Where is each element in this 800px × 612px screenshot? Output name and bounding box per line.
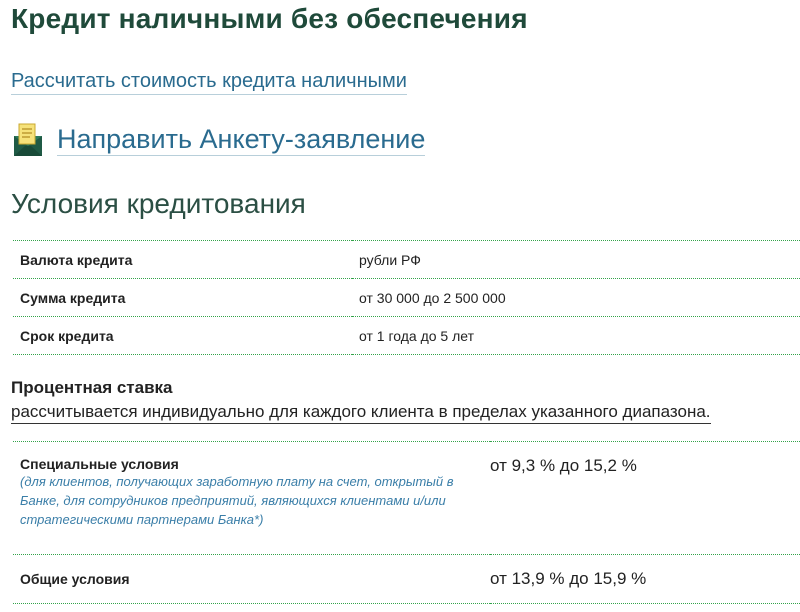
- terms-table: Валюта кредита рубли РФ Сумма кредита от…: [13, 240, 800, 355]
- rate-label: Общие условия: [20, 571, 130, 587]
- apply-form-row[interactable]: Направить Анкету-заявление: [11, 120, 426, 160]
- term-label: Срок кредита: [13, 316, 352, 355]
- term-value: рубли РФ: [352, 240, 800, 279]
- rate-description: (для клиентов, получающих заработную пла…: [20, 474, 454, 527]
- rate-label: Специальные условия: [20, 456, 179, 472]
- rate-table: Специальные условия (для клиентов, получ…: [13, 441, 800, 604]
- rate-value: от 13,9 % до 15,9 %: [490, 569, 647, 588]
- term-value: от 1 года до 5 лет: [352, 316, 800, 355]
- rate-value-cell: от 9,3 % до 15,2 %: [490, 441, 800, 555]
- page-title: Кредит наличными без обеспечения: [11, 3, 528, 34]
- rate-label-cell: Специальные условия (для клиентов, получ…: [13, 441, 490, 555]
- envelope-icon[interactable]: [11, 122, 45, 158]
- table-row: Валюта кредита рубли РФ: [13, 240, 800, 279]
- rate-note: рассчитывается индивидуально для каждого…: [11, 402, 711, 424]
- rate-value-cell: от 13,9 % до 15,9 %: [490, 554, 800, 604]
- term-label: Валюта кредита: [13, 240, 352, 279]
- rate-heading: Процентная ставка: [11, 378, 173, 397]
- submit-application-link[interactable]: Направить Анкету-заявление: [57, 124, 426, 156]
- calculate-cost-link[interactable]: Рассчитать стоимость кредита наличными: [11, 70, 407, 95]
- table-row: Специальные условия (для клиентов, получ…: [13, 441, 800, 555]
- table-row: Сумма кредита от 30 000 до 2 500 000: [13, 278, 800, 317]
- rate-label-cell: Общие условия: [13, 554, 490, 604]
- section-title: Условия кредитования: [11, 188, 306, 219]
- rate-value: от 9,3 % до 15,2 %: [490, 456, 637, 475]
- table-row: Общие условия от 13,9 % до 15,9 %: [13, 554, 800, 604]
- term-value: от 30 000 до 2 500 000: [352, 278, 800, 317]
- table-row: Срок кредита от 1 года до 5 лет: [13, 316, 800, 355]
- term-label: Сумма кредита: [13, 278, 352, 317]
